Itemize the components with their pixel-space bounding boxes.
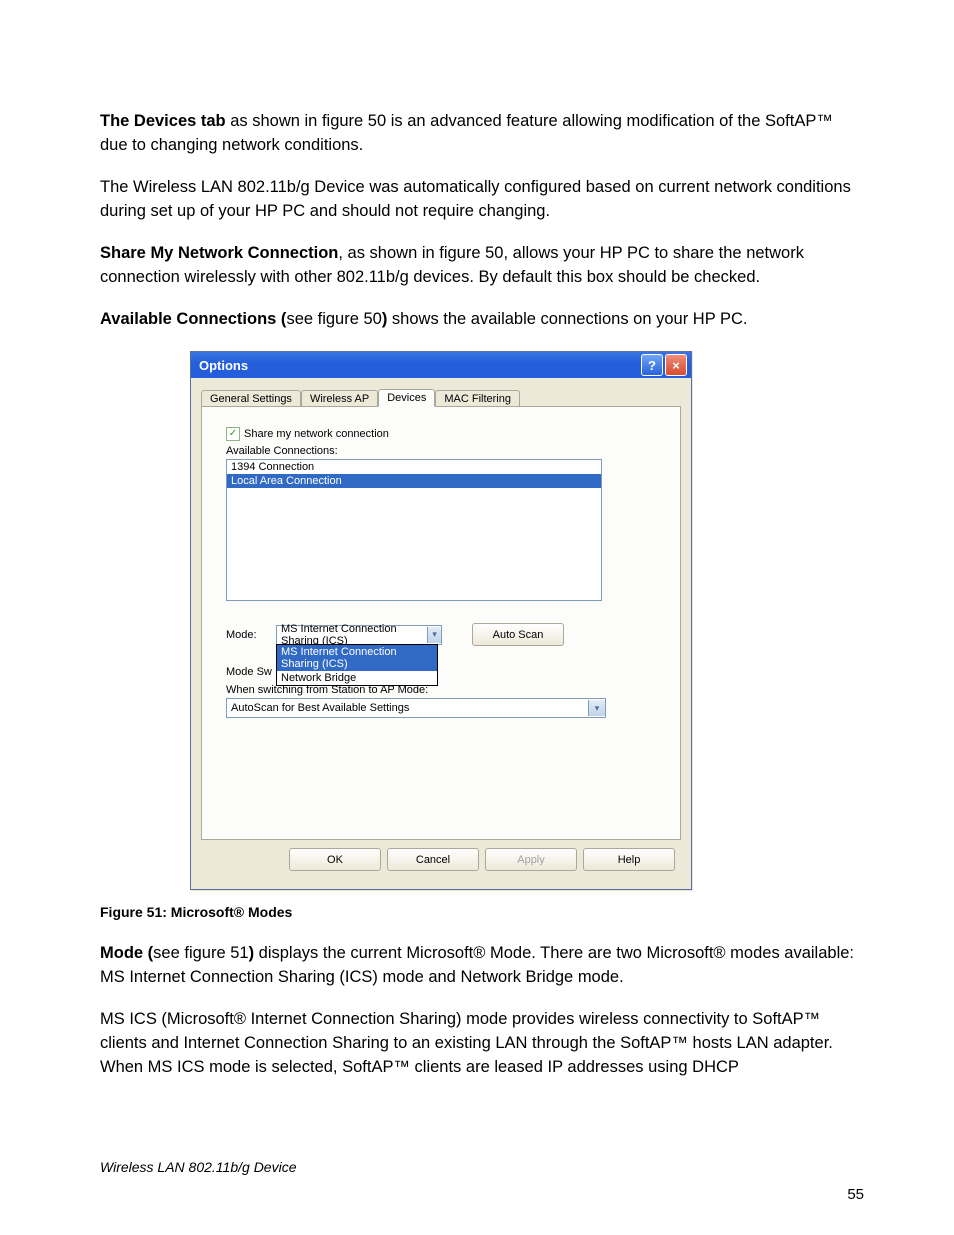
switch-mode-combobox[interactable]: AutoScan for Best Available Settings ▾: [226, 698, 606, 718]
connections-listbox[interactable]: 1394 Connection Local Area Connection: [226, 459, 602, 601]
paragraph-mode: Mode (see figure 51) displays the curren…: [100, 942, 864, 990]
mode-combobox[interactable]: MS Internet Connection Sharing (ICS) ▾ M…: [276, 625, 442, 645]
close-icon[interactable]: ×: [665, 354, 687, 376]
mode-label: Mode:: [226, 629, 276, 641]
bold-avail-open: Available Connections (: [100, 310, 286, 328]
bold-devices-tab: The Devices tab: [100, 112, 226, 130]
dialog-titlebar[interactable]: Options ? ×: [191, 352, 691, 378]
options-dialog: Options ? × General Settings Wireless AP…: [190, 351, 692, 890]
switch-mode-label: When switching from Station to AP Mode:: [226, 684, 656, 696]
share-connection-checkbox[interactable]: ✓: [226, 427, 240, 441]
share-connection-label: Share my network connection: [244, 428, 389, 440]
help-icon[interactable]: ?: [641, 354, 663, 376]
paragraph-share-conn: Share My Network Connection, as shown in…: [100, 242, 864, 290]
list-item[interactable]: Local Area Connection: [227, 474, 601, 488]
tab-general-settings[interactable]: General Settings: [201, 390, 301, 407]
paragraph-ms-ics: MS ICS (Microsoft® Internet Connection S…: [100, 1008, 864, 1080]
bold-mode-open: Mode (: [100, 944, 153, 962]
mode-sw-label: Mode Sw: [226, 666, 276, 678]
help-button[interactable]: Help: [583, 848, 675, 871]
text-p5-mid: see figure 51: [153, 944, 248, 962]
tab-mac-filtering[interactable]: MAC Filtering: [435, 390, 520, 407]
footer-device-name: Wireless LAN 802.11b/g Device: [100, 1159, 297, 1175]
dropdown-item[interactable]: Network Bridge: [277, 671, 437, 685]
dialog-title: Options: [199, 358, 248, 373]
chevron-down-icon[interactable]: ▾: [588, 700, 605, 716]
switch-mode-value: AutoScan for Best Available Settings: [231, 702, 409, 714]
paragraph-available-conn: Available Connections (see figure 50) sh…: [100, 308, 864, 332]
tab-wireless-ap[interactable]: Wireless AP: [301, 390, 378, 407]
figure-caption: Figure 51: Microsoft® Modes: [100, 904, 864, 920]
list-item[interactable]: 1394 Connection: [227, 460, 601, 474]
chevron-down-icon[interactable]: ▾: [427, 627, 441, 643]
text-p4-rest: shows the available connections on your …: [387, 310, 747, 328]
paragraph-devices-tab: The Devices tab as shown in figure 50 is…: [100, 110, 864, 158]
apply-button[interactable]: Apply: [485, 848, 577, 871]
mode-dropdown-list[interactable]: MS Internet Connection Sharing (ICS) Net…: [276, 644, 438, 686]
tab-devices[interactable]: Devices: [378, 389, 435, 407]
available-connections-label: Available Connections:: [226, 445, 656, 457]
paragraph-auto-config: The Wireless LAN 802.11b/g Device was au…: [100, 176, 864, 224]
devices-panel: ✓ Share my network connection Available …: [201, 406, 681, 840]
auto-scan-button[interactable]: Auto Scan: [472, 623, 564, 646]
text-p4-mid: see figure 50: [286, 310, 381, 328]
page-number: 55: [847, 1186, 864, 1203]
cancel-button[interactable]: Cancel: [387, 848, 479, 871]
tab-strip: General Settings Wireless AP Devices MAC…: [201, 389, 681, 407]
dropdown-item[interactable]: MS Internet Connection Sharing (ICS): [277, 645, 437, 671]
ok-button[interactable]: OK: [289, 848, 381, 871]
bold-share: Share My Network Connection: [100, 244, 338, 262]
